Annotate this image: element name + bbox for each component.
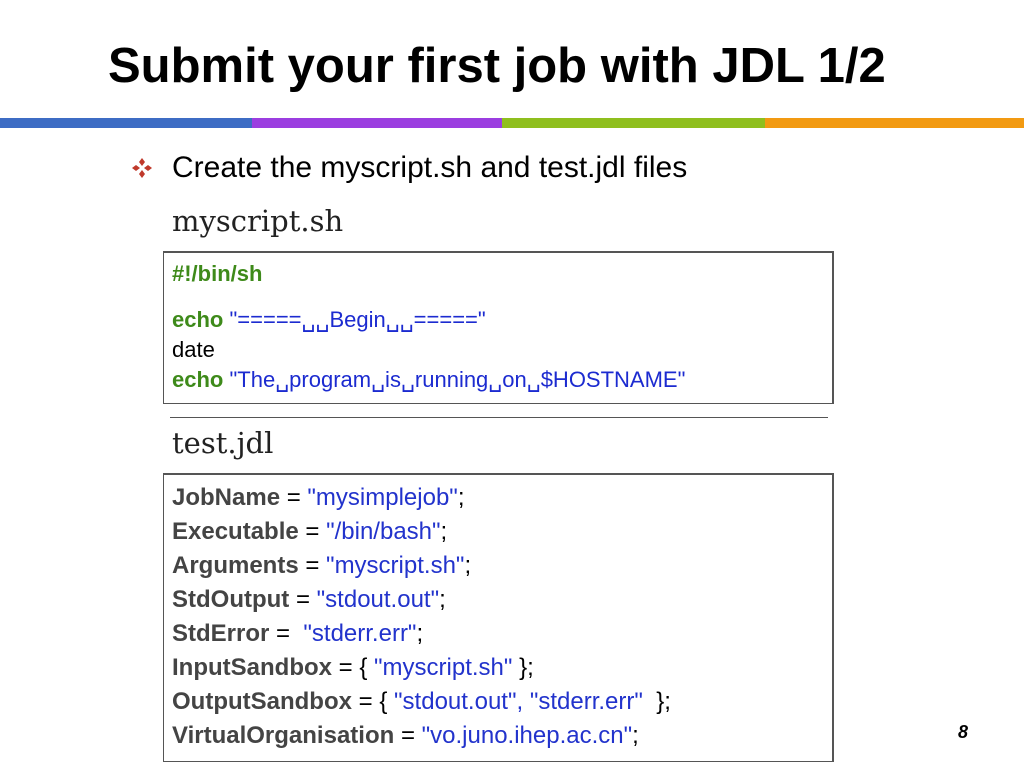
jdl-operator: = (280, 484, 308, 511)
bullet-text: Create the myscript.sh and test.jdl file… (172, 151, 688, 184)
color-bar-orange (765, 118, 1024, 128)
jdl-line: StdOutput = "stdout.out"; (172, 583, 446, 617)
jdl-key: JobName (172, 484, 281, 511)
jdl-terminator: }; (512, 654, 534, 681)
echo-begin-line: echo "=====␣␣Begin␣␣=====" (172, 305, 486, 335)
jdl-key: VirtualOrganisation (172, 722, 395, 749)
jdl-key: StdError (172, 620, 270, 647)
jdl-line: StdError = "stderr.err"; (172, 617, 423, 651)
date-line: date (172, 337, 215, 362)
jdl-line: OutputSandbox = { "stdout.out", "stderr.… (172, 685, 671, 719)
page-number: 8 (958, 722, 969, 742)
color-bar-purple (252, 118, 502, 128)
jdl-line: VirtualOrganisation = "vo.juno.ihep.ac.c… (172, 719, 639, 753)
echo-hostname-string: "The␣program␣is␣running␣on␣$HOSTNAME" (229, 367, 686, 392)
jdl-terminator: ; (439, 586, 446, 613)
jdl-value: "/bin/bash" (326, 518, 441, 545)
jdl-line: Arguments = "myscript.sh"; (172, 549, 471, 583)
jdl-operator: = (289, 586, 317, 613)
jdl-operator: = { (351, 688, 395, 715)
jdl-terminator: ; (440, 518, 448, 545)
jdl-label: test.jdl (172, 426, 274, 460)
jdl-key: Executable (172, 518, 299, 545)
jdl-key: OutputSandbox (172, 688, 352, 715)
separator-line (170, 417, 828, 418)
jdl-operator: = (394, 722, 422, 749)
echo-begin-string: "=====␣␣Begin␣␣=====" (229, 307, 486, 332)
bullet-point: Create the myscript.sh and test.jdl file… (130, 148, 687, 188)
color-bar-blue (0, 118, 252, 128)
myscript-label: myscript.sh (172, 204, 344, 238)
title-color-bar (0, 118, 1024, 128)
jdl-value: "stdout.out" (316, 586, 440, 613)
echo-hostname-line: echo "The␣program␣is␣running␣on␣$HOSTNAM… (172, 365, 685, 395)
jdl-operator: = (298, 518, 327, 545)
jdl-terminator: ; (632, 722, 639, 749)
jdl-terminator: }; (642, 688, 671, 715)
jdl-value: "myscript.sh" (374, 654, 513, 681)
jdl-line: Executable = "/bin/bash"; (172, 515, 447, 549)
echo-keyword: echo (172, 307, 224, 332)
jdl-value: "mysimplejob" (307, 484, 458, 511)
jdl-operator: = (269, 620, 304, 647)
jdl-operator: = (298, 552, 327, 579)
jdl-key: Arguments (172, 552, 299, 579)
jdl-value: "vo.juno.ihep.ac.cn" (421, 722, 633, 749)
jdl-operator: = { (331, 654, 375, 681)
myscript-code-box: #!/bin/sh echo "=====␣␣Begin␣␣=====" dat… (163, 251, 834, 404)
echo-keyword: echo (172, 367, 224, 392)
jdl-key: StdOutput (172, 586, 290, 613)
jdl-value: "stderr.err" (303, 620, 417, 647)
color-bar-green (502, 118, 765, 128)
jdl-value: "myscript.sh" (326, 552, 465, 579)
jdl-value: "stdout.out", "stderr.err" (394, 688, 643, 715)
jdl-terminator: ; (416, 620, 424, 647)
jdl-key: InputSandbox (172, 654, 332, 681)
jdl-terminator: ; (464, 552, 472, 579)
four-diamond-bullet-icon (132, 158, 152, 178)
shebang-line: #!/bin/sh (172, 261, 263, 286)
jdl-line: JobName = "mysimplejob"; (172, 481, 465, 515)
jdl-terminator: ; (457, 484, 465, 511)
slide-title: Submit your first job with JDL 1/2 (108, 39, 886, 93)
jdl-code-box: JobName = "mysimplejob"; Executable = "/b… (163, 473, 834, 762)
jdl-line: InputSandbox = { "myscript.sh" }; (172, 651, 534, 685)
